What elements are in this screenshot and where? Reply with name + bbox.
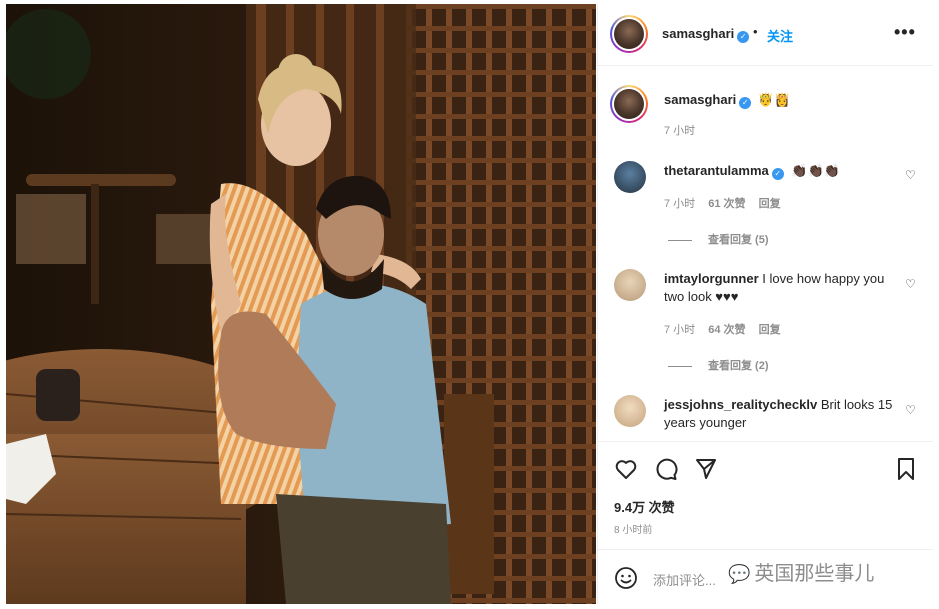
watermark: 💬 英国那些事儿 bbox=[728, 557, 874, 586]
post-photo[interactable] bbox=[6, 4, 596, 604]
add-comment-input[interactable]: 添加评论... bbox=[653, 570, 716, 589]
comment-time: 7 小时 bbox=[664, 198, 696, 210]
send-icon[interactable] bbox=[694, 457, 718, 481]
comment-like-heart-icon[interactable]: ♡ bbox=[905, 168, 916, 182]
caption-text: 🤴👸 bbox=[757, 92, 791, 107]
post-timestamp: 8 小时前 bbox=[614, 525, 653, 536]
verified-badge-icon: ✓ bbox=[739, 97, 752, 109]
comment-username[interactable]: thetarantulamma bbox=[664, 163, 769, 178]
replies-divider-line bbox=[668, 365, 692, 367]
comment-like-heart-icon[interactable]: ♡ bbox=[905, 277, 916, 291]
post-header: samasghari ✓ • 关注 ••• bbox=[598, 4, 933, 66]
heart-icon[interactable] bbox=[614, 457, 638, 481]
comment-username[interactable]: jessjohns_realitychecklv bbox=[664, 397, 817, 412]
comment-avatar[interactable] bbox=[614, 269, 646, 301]
bookmark-icon[interactable] bbox=[894, 457, 918, 481]
comment-like-heart-icon[interactable]: ♡ bbox=[905, 403, 916, 417]
author-username[interactable]: samasghari ✓ bbox=[662, 26, 750, 43]
caption-line: samasghari ✓ 🤴👸 bbox=[664, 92, 790, 109]
view-replies-button[interactable]: 查看回复 (5) bbox=[668, 231, 769, 247]
caption-author-avatar[interactable] bbox=[610, 85, 648, 123]
caption-username[interactable]: samasghari bbox=[664, 92, 736, 107]
caption-time: 7 小时 bbox=[664, 125, 696, 137]
verified-badge-icon: ✓ bbox=[771, 168, 784, 180]
comment-likes[interactable]: 61 次赞 bbox=[708, 198, 745, 210]
reply-button[interactable]: 回复 bbox=[759, 324, 781, 336]
view-replies-label[interactable]: 查看回复 (2) bbox=[708, 360, 769, 372]
comment-text: thetarantulamma ✓ 👏🏿👏🏿👏🏿 bbox=[664, 162, 894, 180]
comment-body: 👏🏿👏🏿👏🏿 bbox=[791, 163, 840, 178]
comment-avatar[interactable] bbox=[614, 395, 646, 427]
watermark-text: 英国那些事儿 bbox=[754, 563, 875, 585]
comment-meta: 7 小时 61 次赞 回复 bbox=[664, 195, 791, 211]
follow-button[interactable]: 关注 bbox=[767, 26, 793, 45]
view-replies-button[interactable]: 查看回复 (2) bbox=[668, 357, 769, 373]
author-username-text[interactable]: samasghari bbox=[662, 26, 734, 41]
comment-time: 7 小时 bbox=[664, 324, 696, 336]
comment-icon[interactable] bbox=[654, 457, 678, 481]
chat-bubble-icon: 💬 bbox=[728, 564, 751, 584]
more-options-icon[interactable]: ••• bbox=[894, 22, 916, 43]
comment-meta: 7 小时 64 次赞 回复 bbox=[664, 321, 791, 337]
replies-divider-line bbox=[668, 239, 692, 241]
post-side-panel: samasghari ✓ • 关注 ••• samasghari ✓ 🤴👸 7 小时… bbox=[597, 4, 933, 604]
photo-illustration bbox=[6, 4, 596, 604]
header-separator: • bbox=[753, 24, 758, 39]
author-avatar[interactable] bbox=[610, 15, 648, 53]
verified-badge-icon: ✓ bbox=[737, 31, 750, 43]
comment-avatar[interactable] bbox=[614, 161, 646, 193]
comment-text: jessjohns_realitychecklv Brit looks 15 y… bbox=[664, 396, 894, 432]
comment-username[interactable]: imtaylorgunner bbox=[664, 271, 759, 286]
reply-button[interactable]: 回复 bbox=[759, 198, 781, 210]
emoji-icon[interactable] bbox=[614, 566, 638, 590]
comment-likes[interactable]: 64 次赞 bbox=[708, 324, 745, 336]
comment-box-divider bbox=[598, 549, 933, 550]
like-count[interactable]: 9.4万 次赞 bbox=[614, 497, 675, 516]
actions-divider bbox=[598, 441, 933, 442]
view-replies-label[interactable]: 查看回复 (5) bbox=[708, 234, 769, 246]
comment-text: imtaylorgunner I love how happy you two … bbox=[664, 270, 894, 306]
